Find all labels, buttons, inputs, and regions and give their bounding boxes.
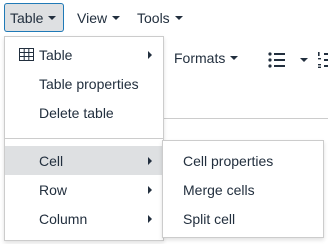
table-menu: Table Table properties Delete table Cell… (4, 36, 164, 241)
chevron-down-icon[interactable] (300, 58, 308, 62)
toolbar-divider (162, 118, 328, 119)
chevron-right-icon (148, 156, 152, 165)
editor-page: Table View Tools Formats Table Table pro… (0, 0, 328, 244)
menubar: Table View Tools (0, 0, 328, 36)
chevron-right-icon (148, 50, 152, 59)
cell-submenu: Cell properties Merge cells Split cell (162, 140, 324, 238)
chevron-down-icon (174, 15, 183, 20)
menubar-table-label: Table (10, 9, 44, 26)
menu-item-table-properties-label: Table properties (39, 75, 139, 92)
table-grid-icon (19, 48, 34, 61)
menu-item-cell[interactable]: Cell (5, 146, 163, 175)
chevron-right-icon (148, 214, 152, 223)
submenu-item-cell-properties[interactable]: Cell properties (163, 146, 323, 175)
menu-divider (5, 138, 163, 139)
menu-item-column-label: Column (39, 210, 88, 227)
menu-item-column[interactable]: Column (5, 204, 163, 233)
menu-item-cell-label: Cell (39, 152, 64, 169)
numbered-list-icon[interactable] (318, 51, 328, 69)
formats-dropdown[interactable]: Formats (174, 50, 239, 66)
menubar-view[interactable]: View (71, 3, 121, 32)
submenu-item-merge-cells[interactable]: Merge cells (163, 175, 323, 204)
chevron-down-icon (112, 15, 121, 20)
chevron-down-icon (230, 56, 239, 60)
bullet-list-icon[interactable] (268, 51, 286, 69)
formats-label: Formats (174, 50, 226, 66)
menu-item-row-label: Row (39, 181, 68, 198)
submenu-item-split-cell[interactable]: Split cell (163, 204, 323, 233)
menubar-view-label: View (77, 9, 108, 26)
menu-item-table-properties[interactable]: Table properties (5, 69, 163, 98)
menubar-tools[interactable]: Tools (131, 3, 187, 32)
menu-item-row[interactable]: Row (5, 175, 163, 204)
submenu-item-cell-properties-label: Cell properties (183, 152, 274, 169)
menu-item-table[interactable]: Table (5, 40, 163, 69)
menu-item-delete-table[interactable]: Delete table (5, 98, 163, 127)
menubar-table[interactable]: Table (4, 3, 64, 32)
menu-item-delete-table-label: Delete table (39, 104, 114, 121)
chevron-down-icon (48, 15, 57, 20)
menubar-tools-label: Tools (137, 9, 170, 26)
submenu-item-split-cell-label: Split cell (183, 210, 236, 227)
submenu-item-merge-cells-label: Merge cells (183, 181, 255, 198)
toolbar: Formats (162, 42, 328, 78)
menu-item-table-label: Table (39, 46, 73, 63)
chevron-right-icon (148, 185, 152, 194)
